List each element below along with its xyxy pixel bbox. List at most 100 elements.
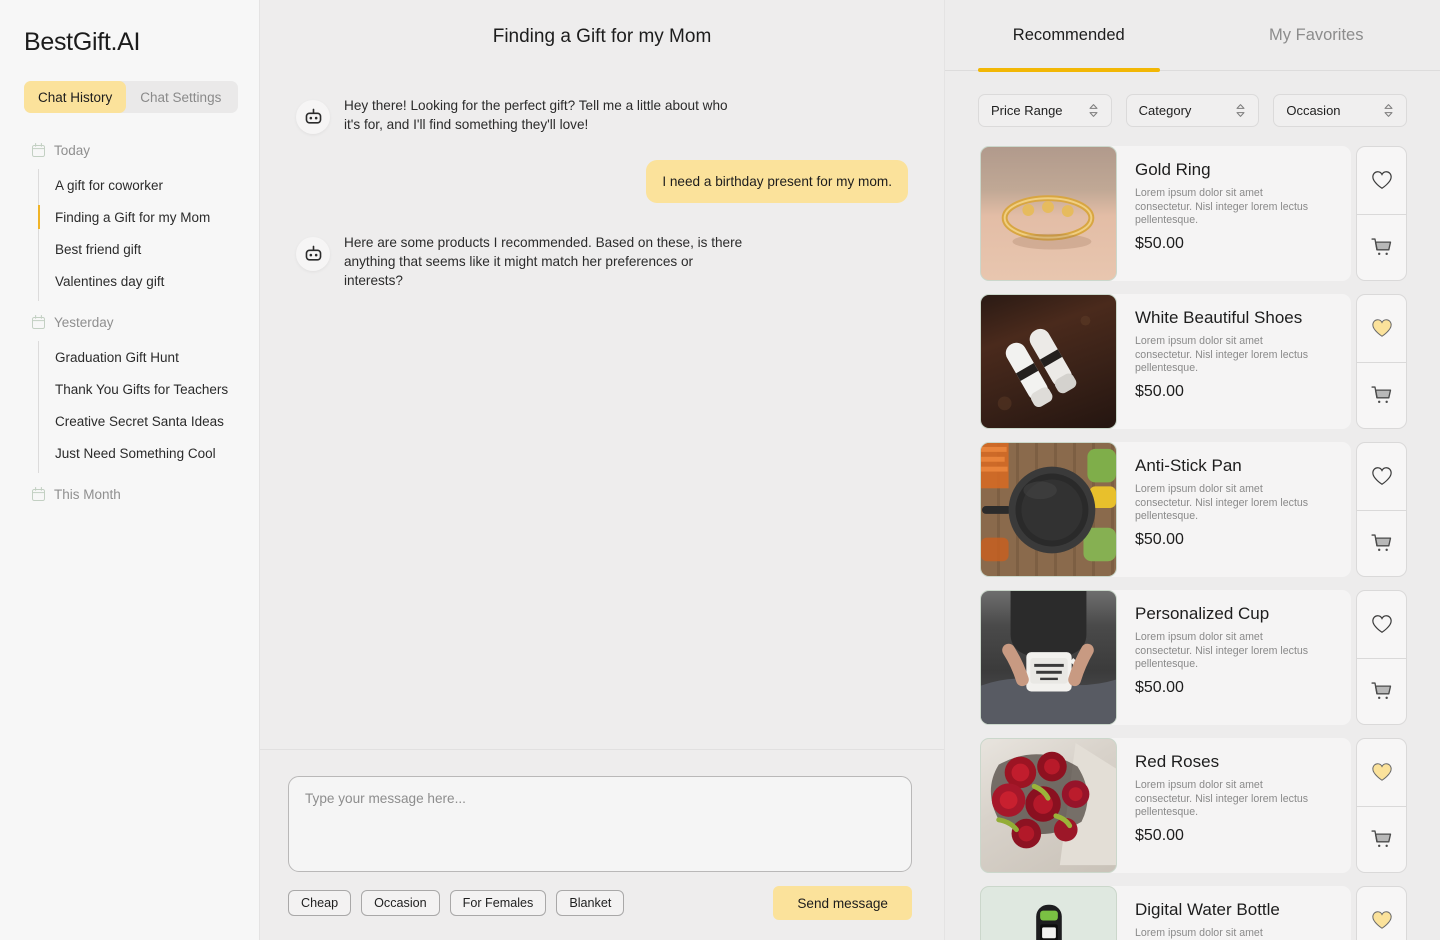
message-input[interactable] xyxy=(288,776,912,872)
heart-icon xyxy=(1371,911,1392,930)
send-message-button[interactable]: Send message xyxy=(773,886,912,920)
filter-category[interactable]: Category xyxy=(1125,94,1260,127)
favorite-button-active[interactable] xyxy=(1357,887,1406,940)
product-title: Anti-Stick Pan xyxy=(1135,456,1242,475)
chat-item[interactable]: Thank You Gifts for Teachers xyxy=(0,373,259,405)
chat-title: Finding a Gift for my Mom xyxy=(492,26,712,47)
message-user: I need a birthday present for my mom. xyxy=(296,160,908,203)
composer-toolbar: Cheap Occasion For Females Blanket Send … xyxy=(288,886,912,920)
calendar-icon xyxy=(32,487,45,501)
chat-item-active[interactable]: Finding a Gift for my Mom xyxy=(0,201,259,233)
filter-price-range[interactable]: Price Range xyxy=(978,94,1112,127)
cart-icon xyxy=(1371,386,1392,403)
heart-icon xyxy=(1371,319,1392,338)
product-description: Lorem ipsum dolor sit amet consectetur. … xyxy=(1135,483,1309,522)
product-image-white-shoes xyxy=(980,294,1117,429)
cart-icon xyxy=(1371,238,1392,255)
product-title: Personalized Cup xyxy=(1135,604,1270,623)
favorite-button[interactable] xyxy=(1357,591,1406,658)
add-to-cart-button[interactable] xyxy=(1357,509,1406,577)
robot-icon xyxy=(305,245,321,261)
add-to-cart-button[interactable] xyxy=(1357,657,1406,725)
heart-icon xyxy=(1371,467,1392,486)
product-title: White Beautiful Shoes xyxy=(1135,308,1303,327)
robot-icon xyxy=(305,108,321,124)
product-title: Digital Water Bottle xyxy=(1135,900,1280,919)
message-text: Hey there! Looking for the perfect gift?… xyxy=(344,98,728,132)
tab-recommended[interactable]: Recommended xyxy=(945,0,1193,72)
filter-label: Category xyxy=(1138,103,1192,118)
sidebar-segmented-control: Chat History Chat Settings xyxy=(24,81,238,113)
product-info: Gold Ring Lorem ipsum dolor sit amet con… xyxy=(1108,146,1351,281)
chevron-updown-icon xyxy=(1236,104,1245,117)
favorite-button-active[interactable] xyxy=(1357,295,1406,362)
filter-occasion[interactable]: Occasion xyxy=(1273,94,1408,127)
quick-reply-chips: Cheap Occasion For Females Blanket xyxy=(288,890,625,916)
product-image-frying-pan xyxy=(980,442,1117,577)
product-info: Personalized Cup Lorem ipsum dolor sit a… xyxy=(1108,590,1351,725)
product-actions xyxy=(1356,738,1407,873)
add-to-cart-button[interactable] xyxy=(1357,213,1406,281)
chat-item[interactable]: Creative Secret Santa Ideas xyxy=(0,405,259,437)
chat-item[interactable]: Best friend gift xyxy=(0,233,259,265)
calendar-icon xyxy=(32,143,45,157)
chat-item[interactable]: Valentines day gift xyxy=(0,265,259,297)
heart-icon xyxy=(1371,171,1392,190)
add-to-cart-button[interactable] xyxy=(1357,805,1406,873)
product-actions xyxy=(1356,294,1407,429)
product-image-digital-water-bottle xyxy=(980,886,1117,940)
group-items-yesterday: Graduation Gift Hunt Thank You Gifts for… xyxy=(0,341,259,473)
chat-item[interactable]: Graduation Gift Hunt xyxy=(0,341,259,373)
panel-tabs: Recommended My Favorites xyxy=(945,0,1440,72)
chip-for-females[interactable]: For Females xyxy=(449,890,547,916)
product-description: Lorem ipsum dolor sit amet consectetur. … xyxy=(1135,631,1309,670)
product-card[interactable]: Red Roses Lorem ipsum dolor sit amet con… xyxy=(980,738,1407,873)
message-text: I need a birthday present for my mom. xyxy=(646,160,908,203)
product-title: Gold Ring xyxy=(1135,160,1211,179)
recommendations-panel: Recommended My Favorites Price Range Cat… xyxy=(945,0,1440,940)
tab-chat-settings[interactable]: Chat Settings xyxy=(126,81,235,113)
favorite-button-active[interactable] xyxy=(1357,739,1406,806)
product-image-personalized-cup xyxy=(980,590,1117,725)
tab-my-favorites[interactable]: My Favorites xyxy=(1193,0,1440,70)
product-card[interactable]: Gold Ring Lorem ipsum dolor sit amet con… xyxy=(980,146,1407,281)
app-root: BestGift.AI Chat History Chat Settings T… xyxy=(0,0,1440,940)
heart-icon xyxy=(1371,615,1392,634)
product-price: $50.00 xyxy=(1135,678,1184,696)
product-description: Lorem ipsum dolor sit amet consectetur. … xyxy=(1135,335,1309,374)
product-card[interactable]: Personalized Cup Lorem ipsum dolor sit a… xyxy=(980,590,1407,725)
composer-area: Cheap Occasion For Females Blanket Send … xyxy=(260,749,944,940)
message-bot: Here are some products I recommended. Ba… xyxy=(296,229,908,290)
group-header-this-month: This Month xyxy=(0,483,259,505)
group-label: Today xyxy=(54,142,91,158)
sidebar: BestGift.AI Chat History Chat Settings T… xyxy=(0,0,260,940)
product-description: Lorem ipsum dolor sit amet consectetur. … xyxy=(1135,187,1309,226)
chip-occasion[interactable]: Occasion xyxy=(361,890,440,916)
chat-panel: Finding a Gift for my Mom Hey there! Loo… xyxy=(260,0,945,940)
group-label: This Month xyxy=(54,486,121,502)
filter-label: Price Range xyxy=(991,103,1063,118)
product-info: White Beautiful Shoes Lorem ipsum dolor … xyxy=(1108,294,1351,429)
product-actions xyxy=(1356,146,1407,281)
group-header-today: Today xyxy=(0,139,259,161)
product-card[interactable]: Digital Water Bottle Lorem ipsum dolor s… xyxy=(980,886,1407,940)
tab-chat-history[interactable]: Chat History xyxy=(24,81,127,113)
add-to-cart-button[interactable] xyxy=(1357,361,1406,429)
group-items-today: A gift for coworker Finding a Gift for m… xyxy=(0,169,259,301)
product-card[interactable]: Anti-Stick Pan Lorem ipsum dolor sit ame… xyxy=(980,442,1407,577)
message-bot: Hey there! Looking for the perfect gift?… xyxy=(296,92,908,134)
bot-avatar xyxy=(296,237,330,271)
app-brand: BestGift.AI xyxy=(24,28,141,56)
bot-avatar xyxy=(296,100,330,134)
product-image-gold-ring xyxy=(980,146,1117,281)
chat-item[interactable]: A gift for coworker xyxy=(0,169,259,201)
chat-item[interactable]: Just Need Something Cool xyxy=(0,437,259,469)
chip-blanket[interactable]: Blanket xyxy=(556,890,625,916)
product-title: Red Roses xyxy=(1135,752,1220,771)
favorite-button[interactable] xyxy=(1357,443,1406,510)
chip-cheap[interactable]: Cheap xyxy=(288,890,352,916)
product-card[interactable]: White Beautiful Shoes Lorem ipsum dolor … xyxy=(980,294,1407,429)
favorite-button[interactable] xyxy=(1357,147,1406,214)
product-price: $50.00 xyxy=(1135,234,1184,252)
